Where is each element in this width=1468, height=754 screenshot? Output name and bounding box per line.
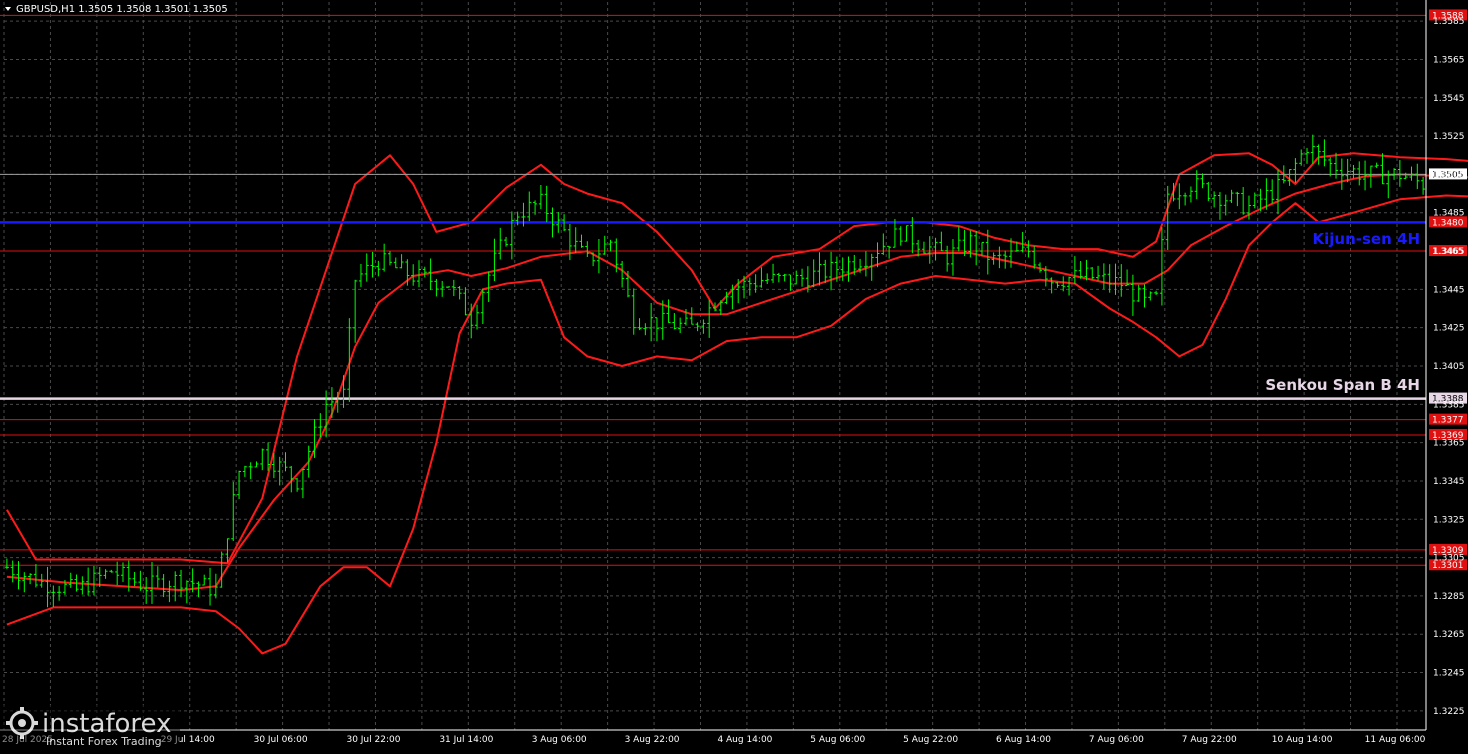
time-tick-label: 5 Aug 06:00 [810, 735, 865, 745]
header: GBPUSD,H1 1.3505 1.3508 1.3501 1.3505 [5, 4, 228, 15]
time-tick-label: 30 Jul 22:00 [346, 735, 400, 745]
time-tick-label: 6 Aug 14:00 [996, 735, 1051, 745]
price-tick-label: 1.3445 [1433, 285, 1465, 295]
price-tick-label: 1.3465 [1433, 247, 1465, 257]
time-tick-label: 3 Aug 22:00 [625, 735, 680, 745]
level-tag: 1.3480 [1432, 218, 1464, 228]
watermark: instaforex Instant Forex Trading [0, 705, 180, 750]
time-tick-label: 30 Jul 06:00 [254, 735, 308, 745]
price-chart[interactable]: 1.35881.34801.34651.33771.33691.33091.33… [0, 0, 1468, 750]
price-tick-label: 1.3265 [1433, 630, 1465, 640]
senkou-label: Senkou Span B 4H [1265, 376, 1420, 394]
price-tick-label: 1.3365 [1433, 439, 1465, 449]
price-tick-label: 1.3405 [1433, 362, 1465, 372]
price-tick-label: 1.3225 [1433, 707, 1465, 717]
price-tick-label: 1.3245 [1433, 669, 1465, 679]
price-tick-label: 1.3325 [1433, 515, 1465, 525]
price-tick-label: 1.3585 [1433, 17, 1465, 27]
price-tick-label: 1.3345 [1433, 477, 1465, 487]
time-tick-label: 7 Aug 06:00 [1089, 735, 1144, 745]
chart-background [0, 0, 1468, 750]
symbol-info: GBPUSD,H1 1.3505 1.3508 1.3501 1.3505 [16, 4, 228, 15]
time-tick-label: 5 Aug 22:00 [903, 735, 958, 745]
time-tick-label: 10 Aug 14:00 [1272, 735, 1333, 745]
time-tick-label: 11 Aug 06:00 [1365, 735, 1426, 745]
time-tick-label: 31 Jul 14:00 [439, 735, 493, 745]
kijun-label: Kijun-sen 4H [1313, 230, 1420, 248]
price-tick-label: 1.3505 [1433, 170, 1465, 180]
time-tick-label: 3 Aug 06:00 [532, 735, 587, 745]
chart-window[interactable]: 1.3588 1.3480 1.3465 1.3377 1.3369 1.3309 1.33… [0, 0, 1468, 750]
price-tick-label: 1.3525 [1433, 132, 1465, 142]
price-tick-label: 1.3305 [1433, 554, 1465, 564]
price-tick-label: 1.3385 [1433, 400, 1465, 410]
price-tick-label: 1.3545 [1433, 94, 1465, 104]
price-tick-label: 1.3485 [1433, 209, 1465, 219]
level-tag: 1.3377 [1432, 416, 1464, 426]
watermark-tagline: Instant Forex Trading [46, 735, 162, 748]
price-tick-label: 1.3425 [1433, 324, 1465, 334]
price-tick-label: 1.3285 [1433, 592, 1465, 602]
time-tick-label: 7 Aug 22:00 [1182, 735, 1237, 745]
price-tick-label: 1.3565 [1433, 55, 1465, 65]
time-tick-label: 4 Aug 14:00 [717, 735, 772, 745]
